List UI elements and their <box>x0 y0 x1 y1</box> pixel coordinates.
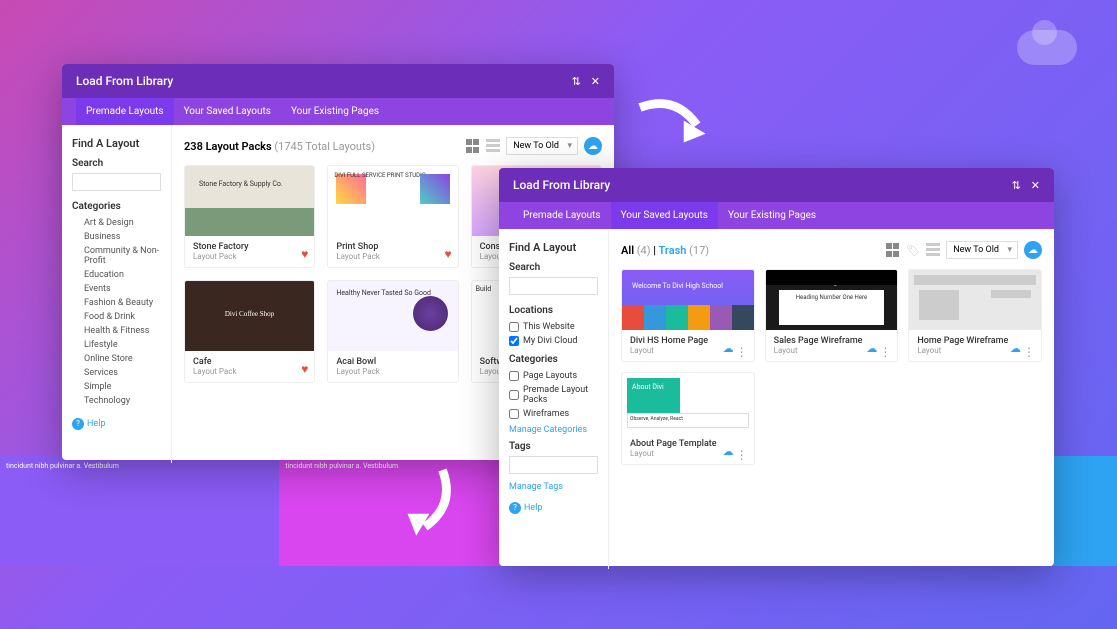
more-icon[interactable]: ⋮ <box>1023 351 1035 355</box>
library-modal-saved: Load From Library ⇅ ✕ Premade Layouts Yo… <box>499 168 1054 566</box>
decorative-cloud <box>1017 30 1077 65</box>
sort-dropdown[interactable]: New To Old <box>946 241 1018 259</box>
cloud-icon: ☁ <box>723 445 734 458</box>
layout-card[interactable]: Stone Factory & Supply Co. Stone Factory… <box>184 165 315 268</box>
manage-categories-link[interactable]: Manage Categories <box>509 425 598 435</box>
sort-icon[interactable]: ⇅ <box>572 75 581 88</box>
grid-view-icon[interactable] <box>886 243 900 257</box>
cat-item[interactable]: Food & Drink <box>72 310 161 324</box>
cat-page-layouts[interactable]: Page Layouts <box>509 369 598 383</box>
arrow-illustration <box>630 90 720 160</box>
sidebar: Find A Layout Search + Filter Categories… <box>62 125 172 463</box>
cat-item[interactable]: Lifestyle <box>72 338 161 352</box>
tab-existing-pages[interactable]: Your Existing Pages <box>281 98 389 125</box>
cat-item[interactable]: Technology <box>72 394 161 408</box>
modal-header: Load From Library ⇅ ✕ <box>62 64 614 98</box>
grid-view-icon[interactable] <box>466 139 480 153</box>
filter-counts: All (4) | Trash (17) <box>621 244 709 257</box>
trash-link[interactable]: Trash <box>659 244 687 257</box>
categories-label: Categories <box>509 354 598 365</box>
layout-count: 238 Layout Packs (1745 Total Layouts) <box>184 140 375 153</box>
tab-saved-layouts[interactable]: Your Saved Layouts <box>611 202 718 229</box>
card-thumbnail <box>909 270 1041 330</box>
main-content: All (4) | Trash (17) 🏷 New To Old ☁ Welc… <box>609 229 1054 569</box>
search-input[interactable] <box>72 173 161 191</box>
layout-card[interactable]: About Divi Observe, Analyze, React About… <box>621 372 755 465</box>
sort-dropdown[interactable]: New To Old <box>506 137 578 155</box>
close-icon[interactable]: ✕ <box>1031 179 1040 192</box>
cat-item[interactable]: Business <box>72 230 161 244</box>
cat-item[interactable]: Community & Non-Profit <box>72 244 161 268</box>
help-link[interactable]: Help <box>72 418 161 430</box>
cat-item[interactable]: Art & Design <box>72 216 161 230</box>
search-label: Search <box>509 262 598 273</box>
card-thumbnail: About Divi Observe, Analyze, React <box>622 373 754 433</box>
cat-item[interactable]: Health & Fitness <box>72 324 161 338</box>
location-divi-cloud[interactable]: My Divi Cloud <box>509 334 598 348</box>
list-view-icon[interactable] <box>486 139 500 153</box>
cloud-sync-icon[interactable]: ☁ <box>584 137 602 155</box>
tab-existing-pages[interactable]: Your Existing Pages <box>718 202 826 229</box>
card-thumbnail: Sales Page Title Heading Number One Here <box>766 270 898 330</box>
layout-card[interactable]: Healthy Never Tasted So Good Acai BowlLa… <box>327 280 458 383</box>
location-this-website[interactable]: This Website <box>509 320 598 334</box>
modal-header: Load From Library ⇅ ✕ <box>499 168 1054 202</box>
cat-premade-packs[interactable]: Premade Layout Packs <box>509 383 598 407</box>
tab-premade-layouts[interactable]: Premade Layouts <box>76 98 174 125</box>
heart-icon[interactable]: ♥ <box>301 247 308 261</box>
heart-icon[interactable]: ♥ <box>301 362 308 376</box>
cat-item[interactable]: Online Store <box>72 352 161 366</box>
modal-tabs: Premade Layouts Your Saved Layouts Your … <box>499 202 1054 229</box>
help-link[interactable]: Help <box>509 502 598 514</box>
cat-item[interactable]: Services <box>72 366 161 380</box>
layout-card[interactable]: Welcome To Divi High School Divi HS Home… <box>621 269 755 362</box>
tab-premade-layouts[interactable]: Premade Layouts <box>513 202 611 229</box>
card-thumbnail: Healthy Never Tasted So Good <box>328 281 457 351</box>
manage-tags-link[interactable]: Manage Tags <box>509 482 598 492</box>
arrow-illustration <box>390 460 460 550</box>
card-thumbnail: Stone Factory & Supply Co. <box>185 166 314 236</box>
layout-card[interactable]: CafeLayout Pack♥ <box>184 280 315 383</box>
cloud-icon: ☁ <box>723 342 734 355</box>
category-list: Art & Design Business Community & Non-Pr… <box>72 216 161 408</box>
heart-icon[interactable]: ♥ <box>445 247 452 261</box>
card-thumbnail <box>185 281 314 351</box>
locations-label: Locations <box>509 305 598 316</box>
categories-label: Categories <box>72 201 161 212</box>
cat-item[interactable]: Simple <box>72 380 161 394</box>
cloud-icon: ☁ <box>1010 342 1021 355</box>
cat-wireframes[interactable]: Wireframes <box>509 407 598 421</box>
tags-label: Tags <box>509 441 598 452</box>
sidebar-title: Find A Layout <box>72 137 161 150</box>
modal-title: Load From Library <box>513 178 610 192</box>
cloud-sync-icon[interactable]: ☁ <box>1024 241 1042 259</box>
more-icon[interactable]: ⋮ <box>736 351 748 355</box>
card-thumbnail: Welcome To Divi High School <box>622 270 754 330</box>
cat-item[interactable]: Events <box>72 282 161 296</box>
tags-input[interactable] <box>509 456 598 474</box>
search-input[interactable] <box>509 277 598 295</box>
list-view-icon[interactable] <box>926 243 940 257</box>
layout-card[interactable]: DIVI FULL SERVICE PRINT STUDIO Print Sho… <box>327 165 458 268</box>
close-icon[interactable]: ✕ <box>591 75 600 88</box>
sidebar: Find A Layout Search + Filter Locations … <box>499 229 609 569</box>
tag-view-icon[interactable]: 🏷 <box>906 244 920 257</box>
cat-item[interactable]: Education <box>72 268 161 282</box>
search-label: Search <box>72 158 161 169</box>
cat-item[interactable]: Fashion & Beauty <box>72 296 161 310</box>
sort-icon[interactable]: ⇅ <box>1012 179 1021 192</box>
card-thumbnail: DIVI FULL SERVICE PRINT STUDIO <box>328 166 457 236</box>
more-icon[interactable]: ⋮ <box>736 454 748 458</box>
cloud-icon: ☁ <box>866 342 877 355</box>
more-icon[interactable]: ⋮ <box>879 351 891 355</box>
sidebar-title: Find A Layout <box>509 241 598 254</box>
layout-card[interactable]: Sales Page Title Heading Number One Here… <box>765 269 899 362</box>
modal-title: Load From Library <box>76 74 173 88</box>
modal-tabs: Premade Layouts Your Saved Layouts Your … <box>62 98 614 125</box>
tab-saved-layouts[interactable]: Your Saved Layouts <box>174 98 281 125</box>
layout-card[interactable]: Home Page WireframeLayout☁⋮ <box>908 269 1042 362</box>
